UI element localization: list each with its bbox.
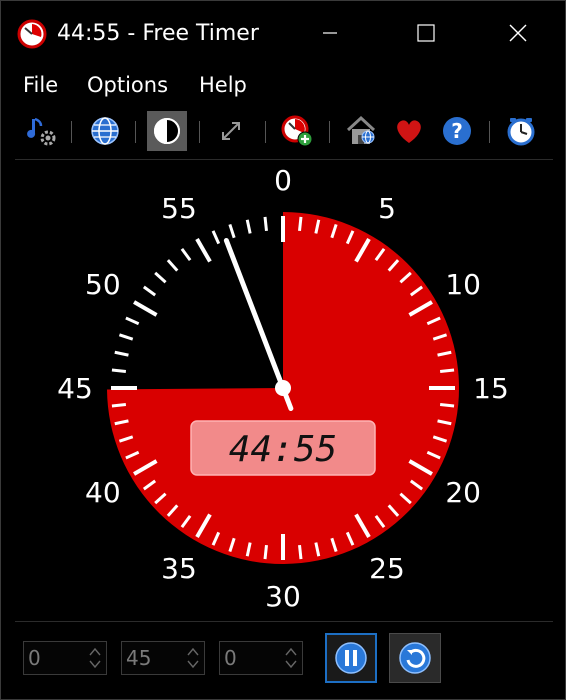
seconds-value: 0: [224, 646, 237, 670]
dial-label-10: 10: [445, 268, 481, 301]
minimize-button[interactable]: [307, 13, 353, 53]
donate-button[interactable]: [389, 111, 429, 151]
menu-file[interactable]: File: [23, 71, 58, 99]
minor-tick: [439, 403, 455, 408]
help-button[interactable]: ?: [437, 111, 477, 151]
minor-tick: [111, 368, 127, 373]
dial-label-25: 25: [369, 552, 405, 585]
toolbar-separator: [329, 121, 330, 143]
app-timer-icon: [17, 19, 47, 49]
toolbar-separator: [265, 121, 266, 143]
clock-icon: [507, 118, 535, 146]
dial-label-35: 35: [161, 552, 197, 585]
reset-button[interactable]: [389, 633, 441, 683]
dial-label-40: 40: [85, 476, 121, 509]
add-timer-icon: [281, 115, 313, 147]
dial-label-15: 15: [473, 372, 509, 405]
timer-dial[interactable]: 0 5 10 15 20 25 30 35 40 45 50 55 44:55: [1, 161, 566, 621]
home-icon: [346, 115, 376, 144]
maximize-icon: [417, 24, 435, 42]
menu-options[interactable]: Options: [87, 71, 168, 99]
minor-tick: [180, 247, 192, 262]
spinner-arrows-icon[interactable]: [88, 645, 102, 671]
sound-settings-button[interactable]: [21, 111, 61, 151]
minor-tick: [245, 219, 252, 234]
spinner-arrows-icon[interactable]: [284, 645, 298, 671]
pause-icon: [335, 642, 367, 674]
dial-label-45: 45: [57, 372, 93, 405]
dial-label-55: 55: [161, 192, 197, 225]
minutes-value: 45: [126, 646, 152, 670]
minor-tick: [263, 216, 268, 232]
minor-tick: [298, 544, 303, 560]
menu-help[interactable]: Help: [199, 71, 247, 99]
svg-text:?: ?: [451, 119, 463, 143]
globe-icon: [91, 117, 119, 145]
close-button[interactable]: [495, 13, 541, 53]
minutes-spinner[interactable]: 45: [121, 641, 205, 675]
digital-time: 44:55: [229, 429, 337, 470]
toolbar: ?: [1, 105, 565, 157]
contrast-button[interactable]: [147, 111, 187, 151]
minor-tick: [142, 285, 157, 297]
hours-value: 0: [28, 646, 41, 670]
controls-divider: [15, 621, 553, 622]
dial-label-30: 30: [265, 580, 301, 613]
window-title: 44:55 - Free Timer: [57, 21, 259, 46]
minor-tick: [263, 544, 268, 560]
minor-tick: [111, 403, 127, 408]
minor-tick: [298, 216, 303, 232]
toolbar-separator: [199, 121, 200, 143]
dial-label-5: 5: [378, 192, 396, 225]
spinner-arrows-icon[interactable]: [186, 645, 200, 671]
toolbar-separator: [135, 121, 136, 143]
minimize-icon: [323, 32, 337, 34]
major-tick: [195, 238, 212, 263]
minor-tick: [439, 368, 455, 373]
minor-tick: [211, 230, 221, 245]
clock-button[interactable]: [501, 111, 541, 151]
minor-tick: [154, 271, 167, 284]
language-button[interactable]: [85, 111, 125, 151]
reset-icon: [399, 642, 431, 674]
major-tick: [133, 300, 158, 317]
minor-tick: [114, 350, 129, 357]
maximize-button[interactable]: [403, 13, 449, 53]
minor-tick: [125, 316, 140, 326]
toolbar-separator: [489, 121, 490, 143]
resize-icon: [222, 122, 240, 140]
minor-tick: [228, 223, 236, 239]
free-timer-window: 44:55 - Free Timer File Options Help ? 0…: [0, 0, 566, 700]
minor-tick: [166, 259, 179, 272]
home-button[interactable]: [341, 111, 381, 151]
pause-button[interactable]: [325, 633, 377, 683]
toolbar-separator: [71, 121, 72, 143]
heart-icon: [397, 120, 421, 143]
dial-label-50: 50: [85, 268, 121, 301]
hours-spinner[interactable]: 0: [23, 641, 107, 675]
help-icon: ?: [443, 117, 471, 145]
close-icon: [509, 24, 527, 42]
seconds-spinner[interactable]: 0: [219, 641, 303, 675]
dial-label-20: 20: [445, 476, 481, 509]
resize-button[interactable]: [211, 111, 251, 151]
hand-pivot: [275, 380, 291, 396]
toolbar-divider: [15, 159, 553, 160]
sound-settings-icon: [27, 117, 56, 146]
title-bar[interactable]: 44:55 - Free Timer: [1, 1, 565, 65]
add-timer-button[interactable]: [277, 111, 317, 151]
menu-bar: File Options Help: [1, 65, 565, 105]
contrast-icon: [154, 118, 180, 144]
minor-tick: [118, 333, 134, 341]
dial-label-0: 0: [274, 164, 292, 197]
